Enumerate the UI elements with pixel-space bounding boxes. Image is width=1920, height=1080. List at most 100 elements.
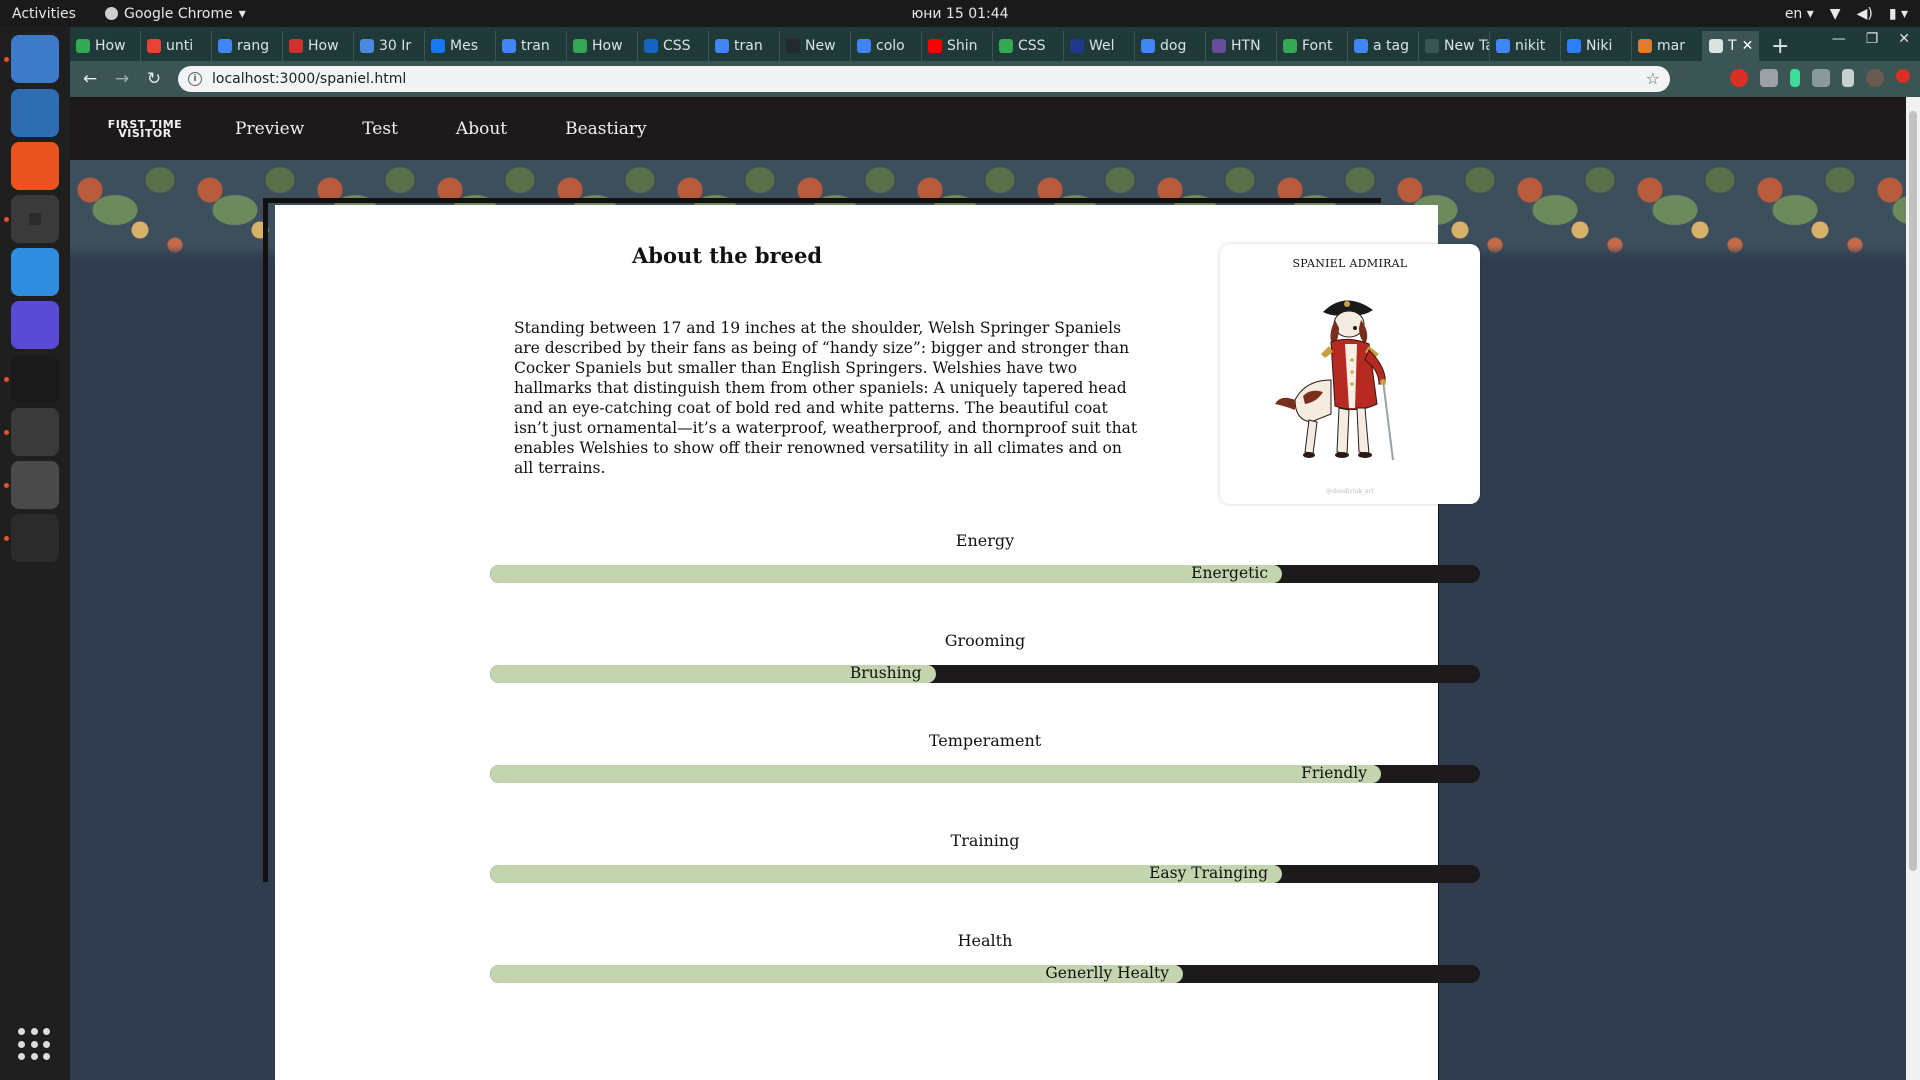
tab-favicon-icon (1212, 39, 1226, 53)
tab-active[interactable]: T ✕ (1703, 31, 1759, 61)
trait-training: Training Easy Trainging (490, 831, 1480, 883)
tab[interactable]: CSS (993, 31, 1064, 61)
close-icon[interactable]: ✕ (1742, 38, 1754, 54)
nav-link-beastiary[interactable]: Beastiary (565, 119, 647, 139)
extensions-area (1730, 69, 1910, 87)
writer-icon[interactable] (11, 89, 59, 137)
tab[interactable]: colo (851, 31, 922, 61)
maximize-icon[interactable]: ❐ (1866, 31, 1879, 47)
intellij-icon[interactable] (11, 355, 59, 403)
tab-label: Font (1302, 38, 1333, 54)
nav-link-test[interactable]: Test (362, 119, 398, 139)
extension-red-icon[interactable] (1730, 69, 1748, 87)
language-indicator[interactable]: en ▾ (1785, 6, 1814, 22)
tab-label: How (592, 38, 623, 54)
tab[interactable]: CSS (638, 31, 709, 61)
forward-icon[interactable]: → (106, 69, 138, 89)
tab-label: mar (1657, 38, 1685, 54)
tab[interactable]: Shin (922, 31, 993, 61)
nav-link-about[interactable]: About (456, 119, 507, 139)
profile-avatar[interactable] (1866, 69, 1884, 87)
bookmark-star-icon[interactable]: ☆ (1646, 69, 1660, 88)
tab[interactable]: nikit (1490, 31, 1561, 61)
battery-icon[interactable]: ▮ ▾ (1889, 6, 1908, 22)
system-tray[interactable]: en ▾ ▼ ◀) ▮ ▾ (1785, 0, 1908, 27)
trait-bar: Easy Trainging (490, 865, 1480, 883)
tab-label: CSS (663, 38, 691, 54)
extension-green-icon[interactable] (1790, 69, 1800, 87)
site-info-icon[interactable]: i (188, 72, 202, 86)
tab-label: colo (876, 38, 905, 54)
tab-favicon-icon (1070, 39, 1084, 53)
tab-favicon-icon (1425, 39, 1439, 53)
tab[interactable]: Font (1277, 31, 1348, 61)
trait-value: Brushing (849, 665, 922, 682)
extension-facebook-icon[interactable] (1812, 69, 1830, 87)
extension-gray-icon[interactable] (1760, 69, 1778, 87)
tab[interactable]: How (70, 31, 141, 61)
tab[interactable]: a tag (1348, 31, 1419, 61)
help-icon[interactable] (11, 248, 59, 296)
trait-value: Energetic (1191, 565, 1268, 582)
trait-bar: Friendly (490, 765, 1480, 783)
tab-label: HTN (1231, 38, 1261, 54)
tab-label: Mes (450, 38, 478, 54)
tab-label: nikit (1515, 38, 1546, 54)
tab[interactable]: How (283, 31, 354, 61)
address-bar[interactable]: i localhost:3000/spaniel.html ☆ (178, 66, 1670, 92)
trait-temperament: Temperament Friendly (490, 731, 1480, 783)
sublime-icon[interactable] (11, 461, 59, 509)
tab[interactable]: New (780, 31, 851, 61)
extension-tool-icon[interactable] (1842, 69, 1854, 87)
nav-link-preview[interactable]: Preview (235, 119, 304, 139)
tab-label: tran (521, 38, 550, 54)
tab-label: Wel (1089, 38, 1115, 54)
scrollbar-thumb[interactable] (1909, 111, 1917, 871)
back-icon[interactable]: ← (74, 69, 106, 89)
tab[interactable]: unti (141, 31, 212, 61)
tab-label: Niki (1586, 38, 1613, 54)
files-icon[interactable] (11, 35, 59, 83)
activities-button[interactable]: Activities (0, 6, 100, 22)
wifi-icon[interactable]: ▼ (1830, 6, 1841, 22)
update-alert-icon[interactable] (1896, 69, 1910, 83)
tab[interactable]: New Ta (1419, 31, 1490, 61)
tab[interactable]: tran (496, 31, 567, 61)
tab-favicon-icon (1354, 39, 1368, 53)
trait-bar: Energetic (490, 565, 1480, 583)
software-center-icon[interactable] (11, 142, 59, 190)
trait-grooming: Grooming Brushing (490, 631, 1480, 683)
tab-favicon-icon (289, 39, 303, 53)
todo-icon[interactable] (11, 301, 59, 349)
tab[interactable]: dog (1135, 31, 1206, 61)
tab[interactable]: rang (212, 31, 283, 61)
tab[interactable]: Wel (1064, 31, 1135, 61)
reload-icon[interactable]: ↻ (138, 69, 170, 89)
trait-value: Generlly Healty (1045, 965, 1169, 982)
app-menu[interactable]: Google Chrome ▾ (105, 6, 246, 22)
browser-toolbar: ← → ↻ i localhost:3000/spaniel.html ☆ (70, 61, 1920, 97)
chevron-down-icon: ▾ (238, 5, 246, 22)
minimize-icon[interactable]: — (1832, 31, 1846, 47)
tab[interactable]: Mes (425, 31, 496, 61)
page-scrollbar[interactable] (1906, 97, 1920, 1080)
terminal-icon[interactable] (11, 408, 59, 456)
tab-label: CSS (1018, 38, 1046, 54)
tab-favicon-icon (999, 39, 1013, 53)
tab[interactable]: tran (709, 31, 780, 61)
site-logo[interactable]: FIRST TIME VISITOR (105, 119, 185, 139)
show-applications-icon[interactable] (18, 1028, 52, 1062)
gitlab-icon[interactable] (11, 514, 59, 562)
tab[interactable]: 30 Ir (354, 31, 425, 61)
tab[interactable]: How (567, 31, 638, 61)
trait-label: Training (950, 831, 1020, 850)
tab[interactable]: Niki (1561, 31, 1632, 61)
window-controls: — ❐ ✕ (1832, 31, 1910, 47)
close-window-icon[interactable]: ✕ (1898, 31, 1910, 47)
volume-icon[interactable]: ◀) (1857, 6, 1873, 22)
site-navbar: FIRST TIME VISITOR Preview Test About Be… (70, 97, 1906, 160)
tab[interactable]: mar (1632, 31, 1703, 61)
tab[interactable]: HTN (1206, 31, 1277, 61)
chrome-icon[interactable] (11, 195, 59, 243)
new-tab-button[interactable]: + (1771, 31, 1789, 61)
